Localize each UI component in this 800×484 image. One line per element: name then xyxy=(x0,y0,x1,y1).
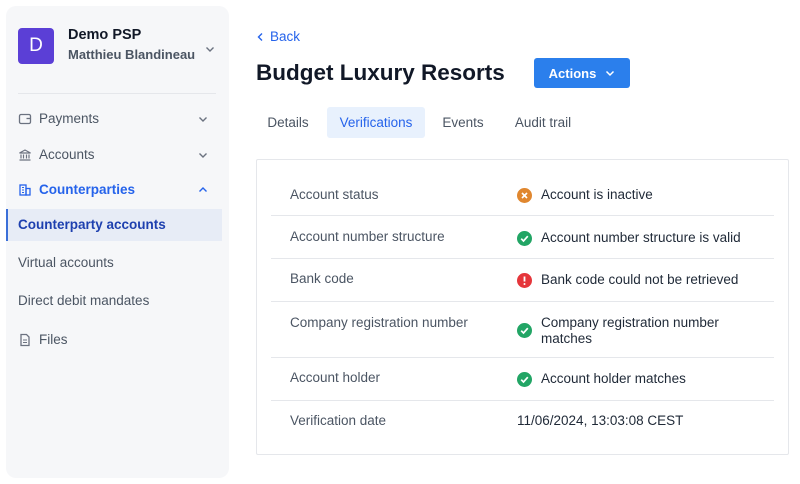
verifications-card: Account status Account is inactive Accou… xyxy=(256,159,789,455)
verification-value: Account holder matches xyxy=(541,371,686,386)
verification-row: Verification date 11/06/2024, 13:03:08 C… xyxy=(271,401,774,444)
back-link[interactable]: Back xyxy=(256,29,300,44)
chevron-down-icon xyxy=(606,70,615,77)
verification-value: Account number structure is valid xyxy=(541,230,741,245)
bank-icon xyxy=(19,149,31,161)
tab-audit-trail[interactable]: Audit trail xyxy=(506,107,580,138)
sidebar-item-label: Counterparty accounts xyxy=(18,217,166,232)
wallet-icon xyxy=(18,113,32,125)
chevron-up-icon xyxy=(199,187,207,192)
sidebar-item-label: Direct debit mandates xyxy=(18,293,150,308)
error-icon xyxy=(517,273,532,288)
check-circle-icon xyxy=(517,372,532,387)
verification-row: Bank code Bank code could not be retriev… xyxy=(271,259,774,302)
chevron-left-icon xyxy=(257,32,263,41)
building-icon xyxy=(19,184,31,196)
sidebar-item-direct-debit-mandates[interactable]: Direct debit mandates xyxy=(6,285,222,317)
sidebar-item-accounts[interactable]: Accounts xyxy=(6,139,229,171)
sidebar-item-counterparty-accounts[interactable]: Counterparty accounts xyxy=(6,209,222,241)
sidebar-item-label: Counterparties xyxy=(39,182,136,197)
verification-row: Account status Account is inactive xyxy=(271,173,774,216)
file-icon xyxy=(20,333,30,347)
sidebar-item-label: Accounts xyxy=(39,147,95,162)
verification-label: Account status xyxy=(290,187,379,202)
chevron-down-icon xyxy=(199,117,207,122)
verification-value: Company registration number matches xyxy=(541,315,719,346)
verification-status: 11/06/2024, 13:03:08 CEST xyxy=(517,413,767,429)
sidebar-divider xyxy=(18,93,216,94)
verification-value: Account is inactive xyxy=(541,187,653,202)
check-circle-icon xyxy=(517,323,532,338)
org-name: Demo PSP xyxy=(68,27,142,43)
sidebar-item-virtual-accounts[interactable]: Virtual accounts xyxy=(6,247,222,279)
verification-value: 11/06/2024, 13:03:08 CEST xyxy=(517,413,684,428)
verification-label: Account holder xyxy=(290,370,381,385)
tab-details[interactable]: Details xyxy=(256,107,320,138)
sidebar-item-counterparties[interactable]: Counterparties xyxy=(6,174,229,206)
verification-status: Account number structure is valid xyxy=(517,230,767,246)
verification-label: Verification date xyxy=(290,413,387,428)
user-name: Matthieu Blandineau xyxy=(68,47,196,62)
chevron-down-icon xyxy=(199,153,207,158)
org-switcher[interactable]: D Demo PSP Matthieu Blandineau xyxy=(18,26,218,70)
verification-row: Account holder Account holder matches xyxy=(271,358,774,401)
sidebar-item-label: Files xyxy=(39,332,68,347)
sidebar-item-label: Virtual accounts xyxy=(18,255,114,270)
verification-status: Bank code could not be retrieved xyxy=(517,272,767,288)
chevron-down-icon xyxy=(206,47,214,52)
verification-status: Account holder matches xyxy=(517,371,767,387)
back-label: Back xyxy=(270,29,301,44)
actions-label: Actions xyxy=(548,65,597,81)
verification-status: Account is inactive xyxy=(517,187,767,203)
warning-x-icon xyxy=(517,188,532,203)
verification-status: Company registration number matches xyxy=(517,315,767,347)
tab-events[interactable]: Events xyxy=(433,107,493,138)
verification-row: Company registration number Company regi… xyxy=(271,302,774,358)
org-avatar: D xyxy=(18,28,54,64)
verification-row: Account number structure Account number … xyxy=(271,216,774,259)
verification-label: Company registration number xyxy=(290,315,468,330)
sidebar-item-payments[interactable]: Payments xyxy=(6,103,229,135)
verification-label: Bank code xyxy=(290,271,354,286)
verification-value: Bank code could not be retrieved xyxy=(541,272,739,287)
check-circle-icon xyxy=(517,231,532,246)
sidebar: D Demo PSP Matthieu Blandineau Payments … xyxy=(6,6,229,478)
page-title: Budget Luxury Resorts xyxy=(256,60,505,85)
actions-button[interactable]: Actions xyxy=(534,58,630,88)
sidebar-item-files[interactable]: Files xyxy=(6,324,229,356)
verification-label: Account number structure xyxy=(290,229,445,244)
sidebar-item-label: Payments xyxy=(39,111,100,126)
tab-verifications[interactable]: Verifications xyxy=(327,107,425,138)
